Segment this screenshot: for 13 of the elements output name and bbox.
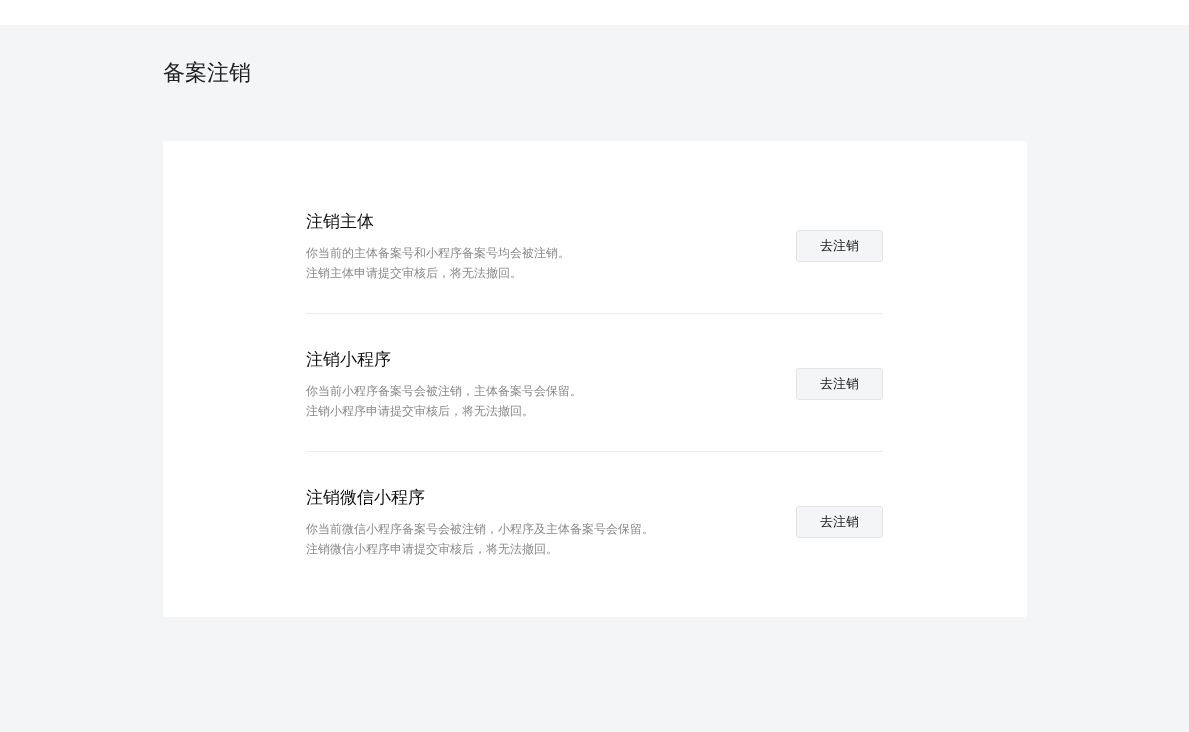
cancel-button[interactable]: 去注销: [795, 506, 883, 538]
cancel-button[interactable]: 去注销: [795, 368, 883, 400]
description-text: 注销微信小程序申请提交审核后，将无法撤回。: [305, 541, 559, 558]
description-text: 你当前小程序备案号会被注销，主体备案号会保留。: [305, 383, 583, 400]
description-text: 你当前微信小程序备案号会被注销，小程序及主体备案号会保留。: [305, 521, 655, 538]
page-title: 备案注销: [162, 59, 252, 87]
section-title: 注销主体: [305, 210, 375, 233]
section-title: 注销微信小程序: [305, 486, 426, 509]
cancel-button[interactable]: 去注销: [795, 230, 883, 262]
description-text: 你当前的主体备案号和小程序备案号均会被注销。: [305, 245, 571, 262]
description-text: 注销主体申请提交审核后，将无法撤回。: [305, 265, 523, 282]
description-text: 注销小程序申请提交审核后，将无法撤回。: [305, 403, 535, 420]
section-title: 注销小程序: [305, 348, 392, 371]
